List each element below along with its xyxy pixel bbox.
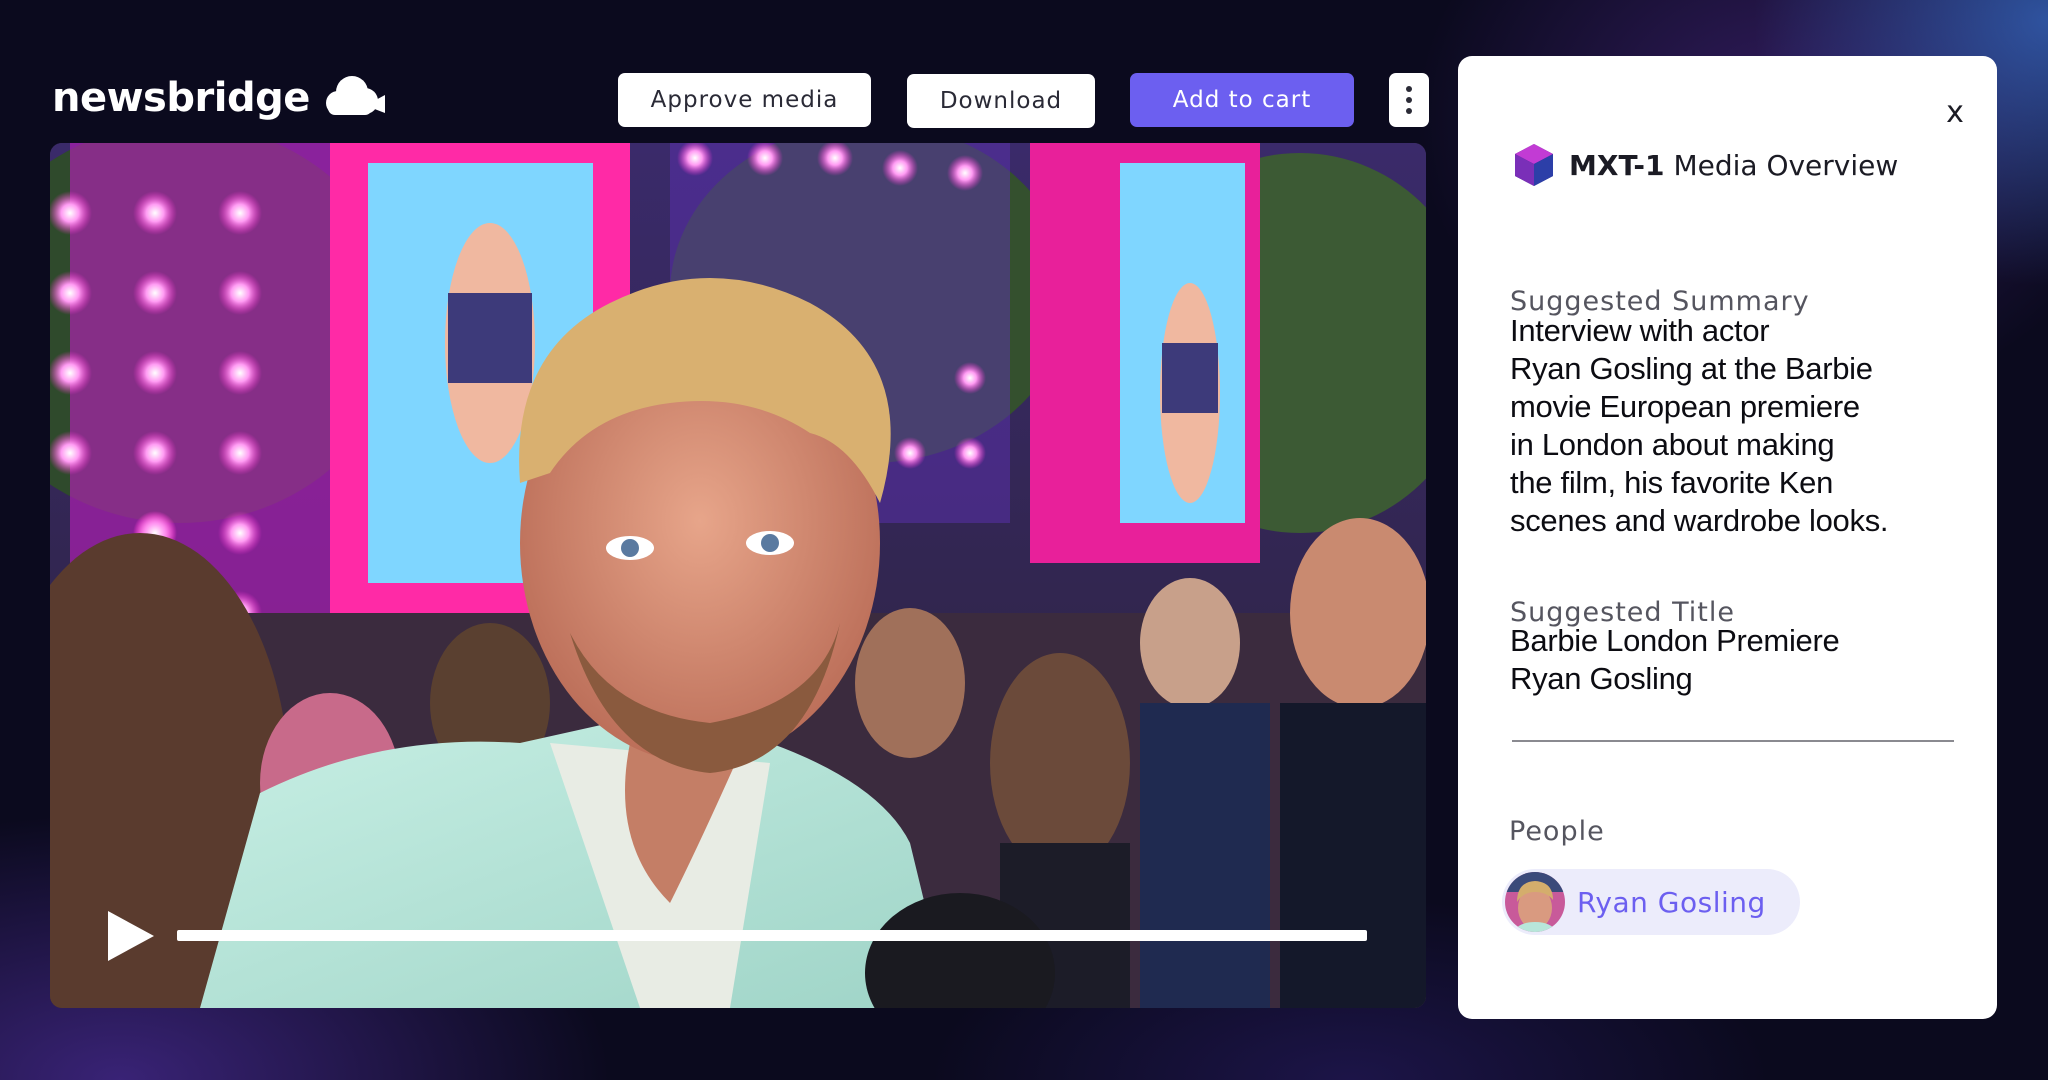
download-button[interactable]: Download (907, 74, 1095, 128)
close-button[interactable]: x (1940, 94, 1970, 130)
person-chip[interactable]: Ryan Gosling (1502, 869, 1800, 935)
summary-line: movie European premiere (1510, 389, 1860, 424)
more-options-button[interactable] (1389, 73, 1429, 127)
title-line: Ryan Gosling (1510, 661, 1693, 696)
model-name: MXT-1 (1569, 148, 1665, 182)
summary-line: the film, his favorite Ken (1510, 465, 1834, 500)
panel-header: MXT-1 Media Overview (1511, 142, 1898, 188)
panel-title: MXT-1 Media Overview (1569, 149, 1898, 182)
summary-line: scenes and wardrobe looks. (1510, 503, 1889, 538)
media-overview-panel: x MXT-1 Media Overview Suggested Summary… (1458, 56, 1997, 1019)
person-name: Ryan Gosling (1577, 885, 1766, 919)
summary-line: in London about making (1510, 427, 1835, 462)
brand-name: newsbridge (52, 75, 310, 121)
play-icon[interactable] (106, 909, 156, 963)
suggested-title-text: Barbie London Premiere Ryan Gosling (1510, 622, 1930, 698)
cube-icon (1515, 144, 1553, 186)
approve-media-button[interactable]: Approve media (618, 73, 871, 127)
title-line: Barbie London Premiere (1510, 623, 1840, 658)
more-vertical-icon (1406, 86, 1412, 92)
add-to-cart-button[interactable]: Add to cart (1130, 73, 1354, 127)
progress-bar[interactable] (177, 930, 1367, 941)
brand-logo[interactable]: newsbridge (52, 70, 388, 126)
avatar (1505, 872, 1565, 932)
divider (1512, 740, 1954, 742)
people-label: People (1509, 816, 1605, 847)
video-frame (50, 143, 1426, 1008)
summary-line: Interview with actor (1510, 313, 1770, 348)
panel-title-text: Media Overview (1673, 148, 1899, 182)
summary-line: Ryan Gosling at the Barbie (1510, 351, 1873, 386)
summary-text: Interview with actor Ryan Gosling at the… (1510, 312, 1950, 540)
video-player[interactable] (50, 143, 1426, 1008)
camera-cloud-icon (325, 76, 385, 115)
